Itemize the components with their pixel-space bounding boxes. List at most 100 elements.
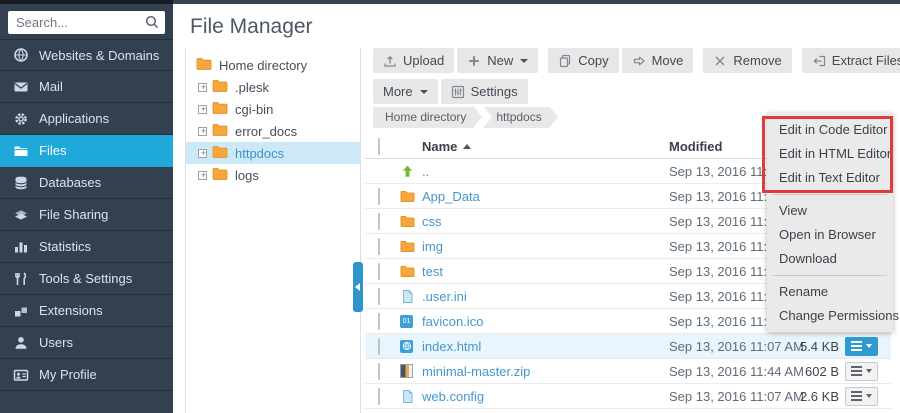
expand-plus-icon[interactable] [198, 105, 207, 114]
tree-item-label: Home directory [219, 58, 307, 73]
button-label: Upload [403, 53, 444, 68]
sidebar-item-mail[interactable]: Mail [0, 71, 173, 103]
upload-button[interactable]: Upload [373, 48, 454, 73]
file-link[interactable]: index.html [422, 339, 669, 354]
ico-file-icon: 01 [400, 315, 422, 328]
menu-item-change-permissions[interactable]: Change Permissions [767, 304, 893, 328]
menu-item-rename[interactable]: Rename [767, 280, 893, 304]
sidebar-item-my-profile[interactable]: My Profile [0, 359, 173, 391]
sidebar-item-statistics[interactable]: Statistics [0, 231, 173, 263]
breadcrumb-home-directory[interactable]: Home directory [373, 107, 474, 128]
file-link[interactable]: css [422, 214, 669, 229]
row-menu-button[interactable] [845, 387, 878, 406]
tree-item-label: cgi-bin [235, 102, 273, 117]
file-link[interactable]: .user.ini [422, 289, 669, 304]
menu-item-edit-in-code-editor[interactable]: Edit in Code Editor [767, 118, 893, 142]
tools-icon [13, 271, 29, 287]
menu-item-view[interactable]: View [767, 199, 893, 223]
extract-icon [812, 54, 826, 68]
row-checkbox[interactable] [378, 238, 380, 255]
file-link[interactable]: App_Data [422, 189, 669, 204]
tree-item-cgi-bin[interactable]: cgi-bin [186, 98, 360, 120]
column-header-name[interactable]: Name [422, 139, 669, 154]
sidebar-item-label: Extensions [39, 303, 103, 318]
sidebar-item-websites-domains[interactable]: Websites & Domains [0, 39, 173, 71]
file-link[interactable]: minimal-master.zip [422, 364, 669, 379]
hamburger-icon [851, 395, 862, 397]
database-icon [13, 175, 29, 191]
file-link[interactable]: favicon.ico [422, 314, 669, 329]
expand-plus-icon[interactable] [198, 127, 207, 136]
tree-item-home-directory[interactable]: Home directory [186, 54, 360, 76]
file-link[interactable]: web.config [422, 389, 669, 404]
row-checkbox[interactable] [378, 338, 380, 355]
menu-separator [773, 194, 887, 195]
upload-icon [383, 54, 397, 68]
folder-icon [212, 79, 228, 96]
tree-collapse-handle[interactable] [353, 262, 363, 312]
row-checkbox[interactable] [378, 288, 380, 305]
sidebar-nav: Websites & Domains Mail Applications Fil… [0, 39, 173, 391]
tree-item-httpdocs[interactable]: httpdocs [186, 142, 360, 164]
row-checkbox[interactable] [378, 363, 380, 380]
sidebar-item-label: File Sharing [39, 207, 108, 222]
sidebar: Websites & Domains Mail Applications Fil… [0, 0, 173, 413]
sidebar-item-label: Applications [39, 111, 109, 126]
new-button[interactable]: New [457, 48, 538, 73]
sidebar-item-users[interactable]: Users [0, 327, 173, 359]
tree-item-error-docs[interactable]: error_docs [186, 120, 360, 142]
search-box [8, 11, 165, 34]
sidebar-item-files[interactable]: Files [0, 135, 173, 167]
expand-plus-icon[interactable] [198, 149, 207, 158]
globe-icon [13, 47, 29, 63]
copy-icon [558, 54, 572, 68]
size-cell: 602 B [789, 364, 839, 379]
tree-item-plesk[interactable]: .plesk [186, 76, 360, 98]
table-row-selected[interactable]: index.html Sep 13, 2016 11:07 AM 5.4 KB [365, 334, 891, 359]
button-label: New [487, 53, 513, 68]
file-manager-page: Websites & Domains Mail Applications Fil… [0, 0, 900, 413]
expand-plus-icon[interactable] [198, 83, 207, 92]
sidebar-item-extensions[interactable]: Extensions [0, 295, 173, 327]
sidebar-item-databases[interactable]: Databases [0, 167, 173, 199]
search-icon[interactable] [144, 14, 160, 35]
toolbar-secondary: More Settings [373, 79, 880, 104]
extract-files-button[interactable]: Extract Files [802, 48, 900, 73]
expand-plus-icon[interactable] [198, 171, 207, 180]
select-all-checkbox[interactable] [378, 138, 380, 155]
sort-ascending-icon [463, 144, 471, 149]
folder-icon [400, 264, 422, 279]
menu-item-edit-in-text-editor[interactable]: Edit in Text Editor [767, 166, 893, 190]
row-checkbox[interactable] [378, 313, 380, 330]
sidebar-item-file-sharing[interactable]: File Sharing [0, 199, 173, 231]
file-link[interactable]: test [422, 264, 669, 279]
file-icon [400, 389, 422, 404]
row-menu-button[interactable] [845, 362, 878, 381]
more-button[interactable]: More [373, 79, 438, 104]
table-row[interactable]: web.config Sep 13, 2016 11:07 AM 2.6 KB [365, 384, 891, 409]
move-button[interactable]: Move [622, 48, 694, 73]
row-menu-button-open[interactable] [845, 337, 878, 356]
row-checkbox[interactable] [378, 213, 380, 230]
sidebar-item-tools-settings[interactable]: Tools & Settings [0, 263, 173, 295]
breadcrumb-httpdocs[interactable]: httpdocs [484, 107, 549, 128]
file-link[interactable]: img [422, 239, 669, 254]
sidebar-item-applications[interactable]: Applications [0, 103, 173, 135]
menu-item-edit-in-html-editor[interactable]: Edit in HTML Editor [767, 142, 893, 166]
tree-item-logs[interactable]: logs [186, 164, 360, 186]
search-input[interactable] [8, 11, 165, 34]
row-checkbox[interactable] [378, 263, 380, 280]
row-checkbox[interactable] [378, 388, 380, 405]
copy-button[interactable]: Copy [548, 48, 618, 73]
remove-button[interactable]: Remove [703, 48, 791, 73]
sidebar-item-label: Websites & Domains [39, 48, 159, 63]
file-link[interactable]: .. [422, 164, 669, 179]
sidebar-item-label: Databases [39, 175, 101, 190]
row-checkbox[interactable] [378, 188, 380, 205]
settings-button[interactable]: Settings [441, 79, 528, 104]
menu-item-download[interactable]: Download [767, 247, 893, 271]
folder-icon [400, 239, 422, 254]
table-row[interactable]: minimal-master.zip Sep 13, 2016 11:44 AM… [365, 359, 891, 384]
chevron-down-icon [866, 344, 872, 348]
menu-item-open-in-browser[interactable]: Open in Browser [767, 223, 893, 247]
